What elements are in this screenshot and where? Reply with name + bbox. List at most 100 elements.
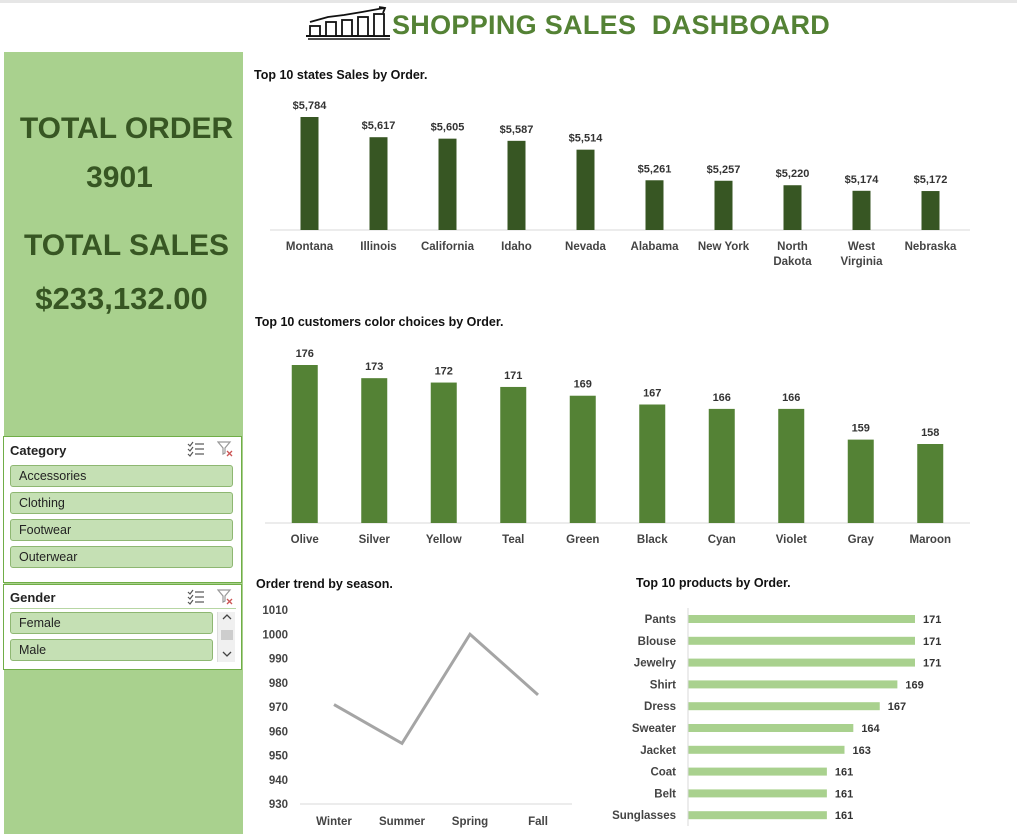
category-label: Nevada (565, 241, 607, 253)
data-label: 171 (923, 614, 941, 626)
category-label: Montana (286, 241, 334, 253)
dashboard-title: SHOPPING SALES DASHBOARD (392, 10, 831, 40)
multi-select-icon[interactable] (187, 589, 205, 605)
data-label: 172 (435, 366, 453, 378)
color-choices-chart: 176 Olive 173 Silver 172 Yellow 171 Teal 169 Gree… (265, 348, 970, 546)
y-tick-label: 930 (269, 799, 288, 811)
y-tick-label: 1000 (262, 629, 288, 641)
products-chart-title: Top 10 products by Order. (636, 576, 791, 590)
total-sales-label: TOTAL SALES (23, 229, 230, 262)
bar (688, 724, 854, 732)
gender-slicer-title: Gender (10, 590, 56, 605)
category-label: Sunglasses (612, 810, 676, 822)
bar (778, 408, 805, 523)
category-label: Virginia (841, 256, 884, 268)
multi-select-icon[interactable] (187, 441, 205, 457)
x-tick-label: Fall (528, 816, 548, 828)
data-label: $5,605 (431, 122, 465, 134)
y-tick-label: 960 (269, 726, 288, 738)
category-label: Yellow (426, 534, 462, 546)
data-label: $5,220 (776, 168, 810, 180)
data-label: 166 (782, 392, 800, 404)
category-label: New York (698, 241, 750, 253)
slicer-item-footwear[interactable]: Footwear (10, 519, 233, 541)
clear-filter-icon[interactable] (217, 441, 233, 457)
bar (688, 680, 898, 689)
data-label: 161 (835, 767, 853, 779)
season-trend-chart: 930 940 950 960 970 980 990 1000 1010 Winter Summe… (262, 605, 572, 828)
category-label: Dress (644, 701, 676, 713)
category-label: Shirt (650, 679, 676, 691)
x-tick-label: Spring (452, 816, 488, 828)
category-label: Alabama (631, 241, 680, 253)
x-tick-label: Summer (379, 816, 426, 828)
category-label: West (848, 241, 875, 253)
category-label: Olive (291, 534, 319, 546)
bar (688, 745, 845, 754)
bar (639, 404, 666, 523)
category-label: North (777, 241, 808, 253)
bar (714, 180, 733, 230)
category-label: Violet (776, 534, 807, 546)
data-label: $5,617 (362, 120, 396, 132)
total-order-label: TOTAL ORDER (19, 112, 234, 145)
total-sales-value: $233,132.00 (35, 281, 208, 316)
scroll-up-icon[interactable] (222, 614, 232, 620)
category-label: Illinois (360, 241, 396, 253)
data-label: $5,257 (707, 164, 741, 176)
bar (361, 378, 388, 523)
slicer-item-female[interactable]: Female (10, 612, 213, 634)
bar (569, 395, 596, 523)
clear-filter-icon[interactable] (217, 589, 233, 605)
data-label: 161 (835, 788, 853, 800)
data-label: 161 (835, 810, 853, 822)
bar (917, 444, 944, 523)
data-label: 171 (504, 370, 522, 382)
bar (369, 137, 388, 230)
bar (847, 439, 874, 523)
y-tick-label: 980 (269, 678, 288, 690)
category-label: Belt (654, 788, 676, 800)
bar (688, 615, 915, 623)
data-label: 169 (905, 679, 923, 691)
category-slicer-title: Category (10, 443, 67, 458)
bar (300, 117, 319, 230)
bar (688, 702, 880, 711)
category-label: Idaho (501, 241, 532, 253)
category-label: Gray (848, 534, 875, 546)
category-label: Nebraska (905, 241, 957, 253)
slicer-item-outerwear[interactable]: Outerwear (10, 546, 233, 568)
season-chart-title: Order trend by season. (256, 577, 393, 591)
data-label: $5,261 (638, 163, 672, 175)
slicer-scrollbar[interactable] (217, 612, 235, 662)
bar (688, 658, 915, 667)
bar (438, 138, 457, 230)
category-label: Black (637, 534, 668, 546)
data-label: 176 (296, 348, 314, 360)
states-sales-chart: $5,784 Montana $5,617 Illinois $5,605 Califor… (270, 100, 970, 268)
scroll-down-icon[interactable] (222, 651, 232, 657)
y-tick-label: 970 (269, 702, 288, 714)
bar (430, 382, 457, 523)
slicer-item-clothing[interactable]: Clothing (10, 492, 233, 514)
bar (500, 386, 527, 523)
data-label: 167 (888, 701, 906, 713)
slicer-item-accessories[interactable]: Accessories (10, 465, 233, 487)
bar (921, 191, 940, 230)
data-label: $5,784 (293, 100, 328, 112)
total-order-value: 3901 (86, 161, 153, 194)
data-label: 163 (853, 745, 871, 757)
data-label: 171 (923, 658, 941, 670)
category-label: Pants (645, 614, 676, 626)
y-tick-label: 940 (269, 775, 288, 787)
colors-chart-title: Top 10 customers color choices by Order. (255, 315, 504, 329)
bar (576, 149, 595, 230)
data-label: 166 (713, 392, 731, 404)
products-chart: Pants 171 Blouse 171 Jewelry 171 Shirt 169 Dress… (612, 608, 941, 826)
data-label: 167 (643, 388, 661, 400)
slicer-item-male[interactable]: Male (10, 639, 213, 661)
scroll-thumb[interactable] (221, 630, 233, 640)
category-label: Jacket (640, 745, 676, 757)
category-label: Maroon (909, 534, 951, 546)
bar (688, 636, 915, 645)
